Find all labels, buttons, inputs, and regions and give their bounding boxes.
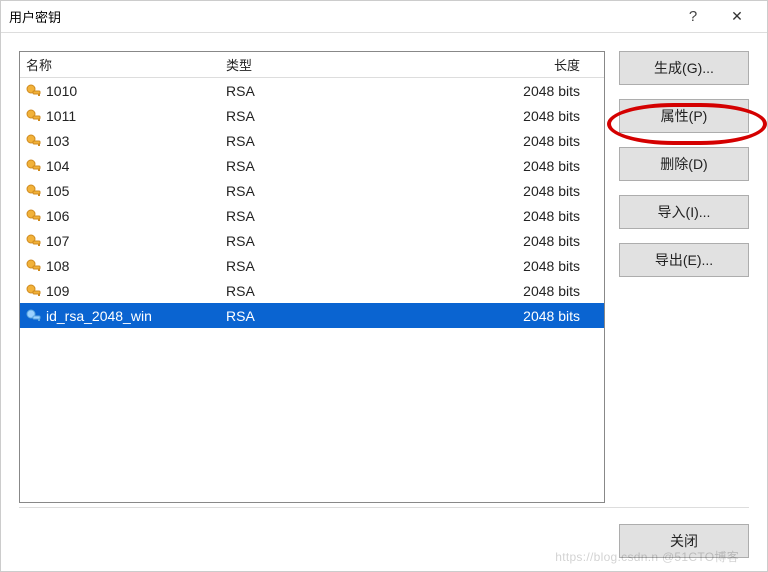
key-icon — [26, 233, 42, 249]
close-window-button[interactable]: ✕ — [715, 1, 759, 33]
close-button[interactable]: 关闭 — [619, 524, 749, 558]
key-type: RSA — [226, 183, 255, 199]
key-length: 2048 bits — [523, 108, 580, 124]
key-name: 1011 — [46, 108, 76, 124]
footer: 关闭 https://blog.csdn.n @51CTO博客 — [19, 507, 749, 571]
column-header-name[interactable]: 名称 — [20, 55, 220, 74]
window-title: 用户密钥 — [9, 7, 61, 26]
generate-button[interactable]: 生成(G)... — [619, 51, 749, 85]
key-name: 106 — [46, 208, 69, 224]
column-header-row: 名称 类型 长度 — [20, 52, 604, 78]
key-icon — [26, 108, 42, 124]
key-name: 103 — [46, 133, 69, 149]
table-row[interactable]: 106 RSA 2048 bits — [20, 203, 604, 228]
key-icon — [26, 308, 42, 324]
key-type: RSA — [226, 83, 255, 99]
key-length: 2048 bits — [523, 183, 580, 199]
table-row[interactable]: 105 RSA 2048 bits — [20, 178, 604, 203]
table-row[interactable]: 1010 RSA 2048 bits — [20, 78, 604, 103]
user-keys-dialog: 用户密钥 ? ✕ 名称 类型 长度 1010 RSA 2048 bits 101… — [0, 0, 768, 572]
key-icon — [26, 133, 42, 149]
content-area: 名称 类型 长度 1010 RSA 2048 bits 1011 RSA 204… — [1, 33, 767, 507]
button-panel: 生成(G)... 属性(P) 删除(D) 导入(I)... 导出(E)... — [619, 51, 749, 503]
key-length: 2048 bits — [523, 308, 580, 324]
key-name: 1010 — [46, 83, 77, 99]
import-button[interactable]: 导入(I)... — [619, 195, 749, 229]
table-row[interactable]: 104 RSA 2048 bits — [20, 153, 604, 178]
key-name: 107 — [46, 233, 69, 249]
key-length: 2048 bits — [523, 258, 580, 274]
key-type: RSA — [226, 308, 255, 324]
key-type: RSA — [226, 283, 255, 299]
key-type: RSA — [226, 233, 255, 249]
export-button[interactable]: 导出(E)... — [619, 243, 749, 277]
key-type: RSA — [226, 258, 255, 274]
key-name: 109 — [46, 283, 69, 299]
titlebar: 用户密钥 ? ✕ — [1, 1, 767, 33]
key-length: 2048 bits — [523, 133, 580, 149]
key-name: 105 — [46, 183, 69, 199]
key-type: RSA — [226, 133, 255, 149]
key-icon — [26, 83, 42, 99]
column-header-type[interactable]: 类型 — [220, 55, 380, 74]
key-icon — [26, 183, 42, 199]
column-header-length[interactable]: 长度 — [380, 55, 604, 74]
table-row[interactable]: 108 RSA 2048 bits — [20, 253, 604, 278]
table-row[interactable]: 103 RSA 2048 bits — [20, 128, 604, 153]
key-list[interactable]: 名称 类型 长度 1010 RSA 2048 bits 1011 RSA 204… — [19, 51, 605, 503]
properties-button[interactable]: 属性(P) — [619, 99, 749, 133]
key-type: RSA — [226, 208, 255, 224]
key-list-body: 1010 RSA 2048 bits 1011 RSA 2048 bits 10… — [20, 78, 604, 502]
key-length: 2048 bits — [523, 233, 580, 249]
key-icon — [26, 158, 42, 174]
key-length: 2048 bits — [523, 208, 580, 224]
key-name: id_rsa_2048_win — [46, 308, 152, 324]
table-row[interactable]: id_rsa_2048_win RSA 2048 bits — [20, 303, 604, 328]
delete-button[interactable]: 删除(D) — [619, 147, 749, 181]
key-icon — [26, 208, 42, 224]
key-type: RSA — [226, 108, 255, 124]
table-row[interactable]: 1011 RSA 2048 bits — [20, 103, 604, 128]
help-button[interactable]: ? — [671, 1, 715, 33]
key-name: 108 — [46, 258, 69, 274]
table-row[interactable]: 109 RSA 2048 bits — [20, 278, 604, 303]
key-length: 2048 bits — [523, 83, 580, 99]
key-type: RSA — [226, 158, 255, 174]
key-icon — [26, 283, 42, 299]
key-length: 2048 bits — [523, 158, 580, 174]
key-icon — [26, 258, 42, 274]
key-length: 2048 bits — [523, 283, 580, 299]
table-row[interactable]: 107 RSA 2048 bits — [20, 228, 604, 253]
key-name: 104 — [46, 158, 69, 174]
